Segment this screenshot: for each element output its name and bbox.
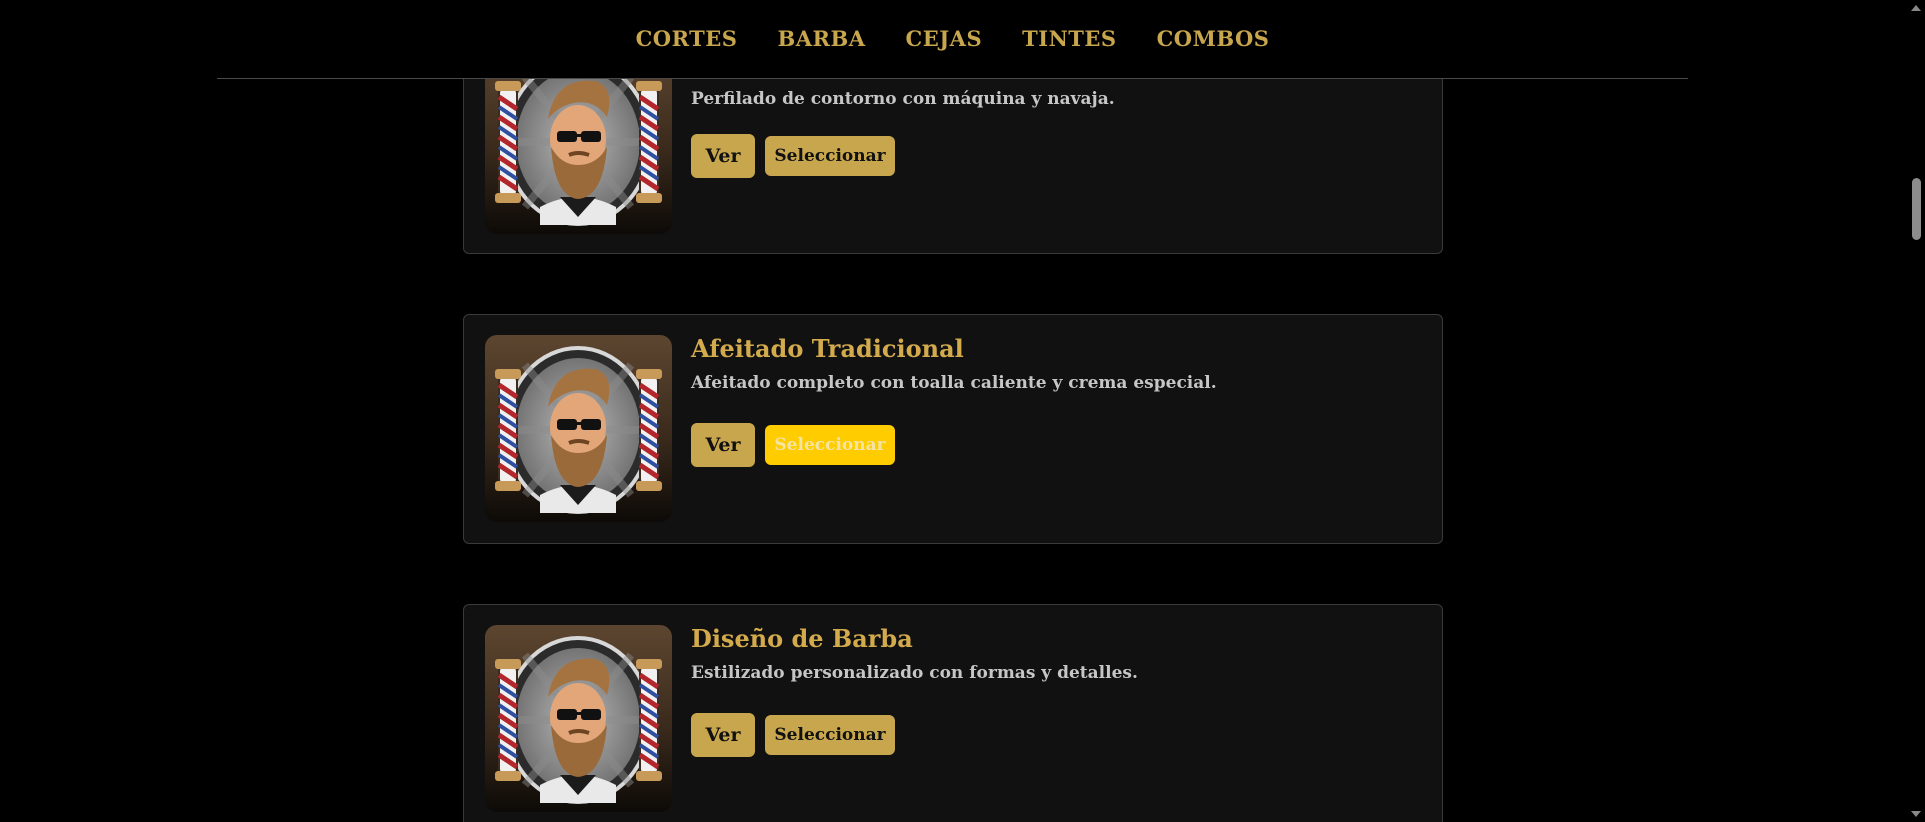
top-navigation: CORTES BARBA CEJAS TINTES COMBOS — [217, 0, 1688, 79]
service-description: Perfilado de contorno con máquina y nava… — [691, 89, 1115, 109]
select-button[interactable]: Seleccionar — [765, 425, 895, 465]
view-button[interactable]: Ver — [691, 423, 755, 467]
service-card: Diseño de Barba Estilizado personalizado… — [463, 604, 1443, 822]
select-button[interactable]: Seleccionar — [765, 715, 895, 755]
service-card: Afeitado Tradicional Afeitado completo c… — [463, 314, 1443, 544]
scroll-down-arrow-icon[interactable] — [1911, 811, 1921, 817]
barber-logo-icon — [485, 335, 672, 522]
view-button[interactable]: Ver — [691, 713, 755, 757]
scrollbar-thumb[interactable] — [1912, 178, 1921, 240]
service-title: Diseño de Barba — [691, 624, 913, 653]
nav-link-tintes[interactable]: TINTES — [1022, 26, 1116, 51]
nav-link-barba[interactable]: BARBA — [777, 26, 865, 51]
barber-logo-icon-graphic — [495, 346, 662, 514]
barber-logo-icon — [485, 625, 672, 812]
select-button[interactable]: Seleccionar — [765, 136, 895, 176]
service-description: Estilizado personalizado con formas y de… — [691, 663, 1138, 683]
scroll-up-arrow-icon[interactable] — [1911, 5, 1921, 11]
view-button[interactable]: Ver — [691, 134, 755, 178]
service-description: Afeitado completo con toalla caliente y … — [691, 373, 1217, 393]
nav-link-cejas[interactable]: CEJAS — [906, 26, 983, 51]
nav-link-combos[interactable]: COMBOS — [1157, 26, 1270, 51]
nav-menu: CORTES BARBA CEJAS TINTES COMBOS — [636, 26, 1270, 51]
barber-logo-icon-graphic — [495, 636, 662, 804]
service-title: Afeitado Tradicional — [691, 334, 964, 363]
nav-link-cortes[interactable]: CORTES — [636, 26, 738, 51]
page-scrollbar[interactable] — [1908, 0, 1925, 822]
